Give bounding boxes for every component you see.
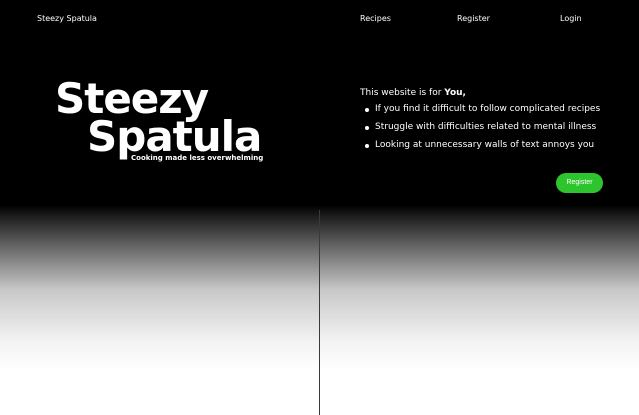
- audience-info: This website is for You, If you find it …: [360, 88, 610, 159]
- nav-login-link[interactable]: Login: [560, 14, 582, 23]
- audience-intro-text: This website is for: [360, 88, 445, 98]
- hero-tagline: Cooking made less overwhelming: [131, 154, 264, 162]
- audience-list: If you find it difficult to follow compl…: [360, 105, 610, 150]
- bullet-icon: [365, 144, 369, 148]
- bullet-icon: [365, 108, 369, 112]
- audience-item-text: If you find it difficult to follow compl…: [375, 104, 601, 114]
- section-divider: [319, 210, 320, 415]
- hero-title-line2: Spatula: [87, 112, 262, 161]
- bullet-icon: [365, 126, 369, 130]
- nav-recipes-link[interactable]: Recipes: [360, 14, 391, 23]
- register-button[interactable]: Register: [556, 173, 603, 193]
- audience-item-text: Looking at unnecessary walls of text ann…: [375, 140, 595, 150]
- landing-page: Steezy Spatula Recipes Register Login St…: [0, 0, 639, 415]
- audience-intro: This website is for You,: [360, 88, 610, 98]
- audience-list-item: Looking at unnecessary walls of text ann…: [360, 141, 610, 150]
- audience-list-item: If you find it difficult to follow compl…: [360, 105, 610, 114]
- audience-list-item: Struggle with difficulties related to me…: [360, 123, 610, 132]
- audience-intro-emphasis: You,: [444, 88, 466, 98]
- nav-register-link[interactable]: Register: [457, 14, 490, 23]
- nav-brand-link[interactable]: Steezy Spatula: [37, 14, 97, 23]
- audience-item-text: Struggle with difficulties related to me…: [375, 122, 597, 132]
